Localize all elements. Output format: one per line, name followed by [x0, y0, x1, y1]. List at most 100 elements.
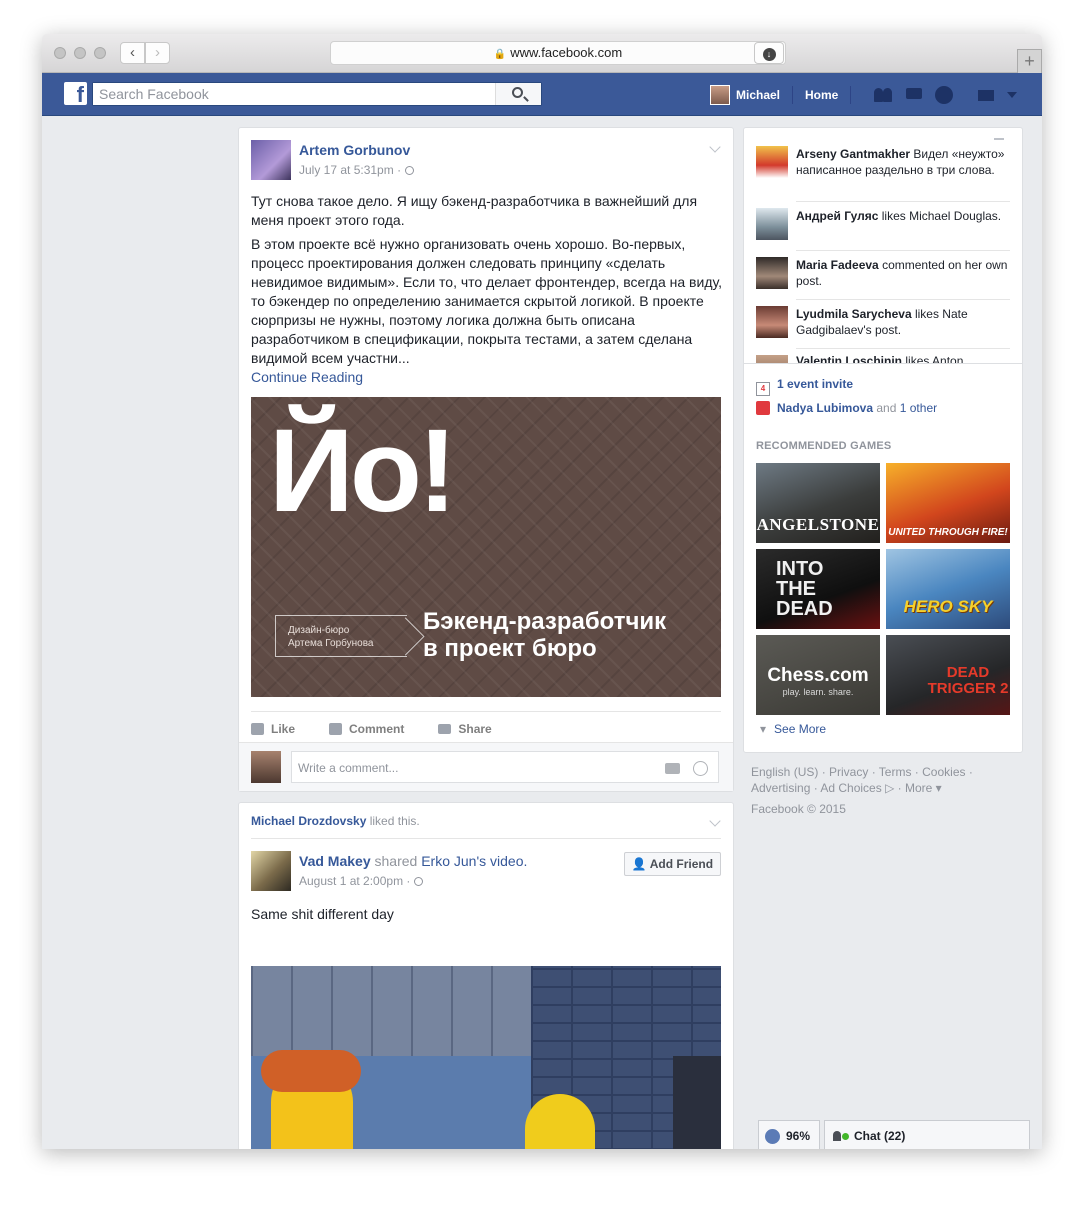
account-menu-caret-icon[interactable]	[1007, 92, 1018, 98]
friend-requests-icon[interactable]	[872, 86, 894, 104]
shared-object-link[interactable]: video.	[490, 853, 527, 869]
birthday-name[interactable]: Nadya Lubimova	[777, 401, 873, 415]
see-more-games-link[interactable]: See More	[760, 722, 826, 736]
person-icon	[833, 1131, 841, 1141]
right-sidebar: Arseny Gantmakher Видел «неужто» написан…	[743, 127, 1023, 753]
nav-divider	[792, 86, 794, 104]
post-timestamp[interactable]: July 17 at 5:31pm	[299, 163, 394, 177]
like-button[interactable]: Like	[251, 722, 295, 736]
footer-links-line[interactable]: Advertising · Ad Choices ▷ · More ▾	[751, 780, 991, 796]
game-tile-chess[interactable]: Chess.com play. learn. share.	[756, 635, 880, 715]
ticker-text: Lyudmila Sarycheva likes Nate Gadgibalae…	[796, 306, 1010, 338]
share-label: Share	[458, 721, 492, 736]
ticker-avatar	[756, 355, 788, 363]
birthday-and: and	[876, 401, 897, 415]
home-link[interactable]: Home	[805, 88, 838, 102]
comment-icon	[329, 722, 343, 735]
facebook-header: f Michael Home	[42, 73, 1042, 116]
post-headline: Vad Makey shared Erko Jun's video.	[299, 853, 527, 869]
emoji-icon[interactable]	[693, 761, 708, 776]
post-timestamp[interactable]: August 1 at 2:00pm	[299, 874, 403, 888]
ticker-avatar	[756, 208, 788, 240]
download-icon: ↓	[762, 48, 776, 61]
video-scene-ceiling	[251, 966, 541, 1056]
game-tile-dead-trigger-2[interactable]: DEAD TRIGGER 2	[886, 635, 1010, 715]
like-label: Like	[271, 721, 296, 736]
divider	[796, 250, 1010, 251]
user-avatar[interactable]	[710, 85, 730, 105]
post-author-name[interactable]: Vad Makey	[299, 853, 371, 869]
share-button[interactable]: Share	[438, 721, 492, 736]
data-saver-indicator[interactable]: 96%	[758, 1120, 820, 1149]
footer-links-line[interactable]: English (US) · Privacy · Terms · Cookies…	[751, 764, 991, 780]
comment-button[interactable]: Comment	[329, 722, 404, 736]
ticker-avatar	[756, 257, 788, 289]
post-author-name[interactable]: Artem Gorbunov	[299, 142, 410, 158]
studio-badge: Дизайн-бюро Артема Горбунова	[275, 615, 407, 657]
back-button[interactable]: ‹	[120, 42, 145, 64]
ticker-name: Андрей Гуляс	[796, 209, 879, 223]
window-minimize-button[interactable]	[74, 47, 86, 59]
event-invite-label: 1 event invite	[777, 377, 854, 391]
game-tile-hero-sky[interactable]: HERO SKY	[886, 549, 1010, 629]
thumbs-up-icon	[251, 722, 264, 735]
author-avatar[interactable]	[251, 851, 291, 891]
game-tile-angelstone[interactable]: ANGELSTONE	[756, 463, 880, 543]
game-title: UNITED THROUGH FIRE!	[888, 527, 1008, 538]
facebook-logo-icon[interactable]: f	[64, 82, 87, 105]
new-tab-button[interactable]: +	[1017, 49, 1042, 74]
continue-reading-link[interactable]: Continue Reading	[251, 368, 723, 387]
banner-caption: Бэкенд-разработчик в проект бюро	[423, 608, 666, 662]
comment-input[interactable]: Write a comment...	[291, 751, 719, 783]
divider	[796, 201, 1010, 202]
post-actions: Like Comment Share	[251, 711, 721, 745]
search-box	[92, 82, 542, 106]
forward-button[interactable]: ›	[145, 42, 170, 64]
game-title: HERO SKY	[903, 597, 993, 616]
feed-post: Michael Drozdovsky liked this. Vad Makey…	[238, 802, 734, 1149]
globe-icon	[765, 1128, 780, 1144]
ticker-name: Maria Fadeeva	[796, 258, 879, 272]
messages-icon[interactable]	[903, 86, 925, 104]
notifications-globe-icon[interactable]	[935, 86, 954, 104]
event-invite-link[interactable]: 4 1 event invite	[756, 377, 853, 396]
post-image[interactable]: Йо! Дизайн-бюро Артема Горбунова Бэкенд-…	[251, 397, 721, 697]
add-friend-button[interactable]: 👤 Add Friend	[624, 852, 721, 876]
pin-ticker-icon[interactable]	[994, 138, 1004, 146]
post-options-chevron-icon[interactable]	[709, 141, 721, 153]
footer-copyright: Facebook © 2015	[751, 802, 846, 816]
shared-word: shared	[374, 853, 418, 869]
video-character	[261, 1050, 361, 1149]
address-bar[interactable]: 🔒www.facebook.com ↻	[330, 41, 786, 65]
ticker-text: Arseny Gantmakher Видел «неужто» написан…	[796, 146, 1010, 178]
window-close-button[interactable]	[54, 47, 66, 59]
liked-story-header: Michael Drozdovsky liked this.	[251, 803, 721, 839]
globe-icon	[414, 877, 424, 886]
chat-tab[interactable]: Chat (22)	[824, 1120, 1030, 1149]
liker-name[interactable]: Michael Drozdovsky	[251, 814, 366, 828]
profile-link[interactable]: Michael	[736, 88, 780, 102]
chat-dock: 96% Chat (22)	[758, 1120, 1030, 1149]
search-button[interactable]	[495, 83, 541, 105]
birthday-reminder[interactable]: Nadya Lubimova and 1 other	[756, 401, 937, 415]
post-video[interactable]	[251, 966, 721, 1149]
comment-label: Comment	[349, 721, 405, 736]
privacy-shortcuts-icon[interactable]	[975, 86, 997, 104]
calendar-icon: 4	[756, 382, 770, 396]
divider	[744, 363, 1022, 364]
add-friend-icon: 👤	[631, 857, 647, 871]
window-zoom-button[interactable]	[94, 47, 106, 59]
author-avatar[interactable]	[251, 140, 291, 180]
downloads-button[interactable]: ↓	[754, 42, 784, 64]
game-tile-into-the-dead[interactable]: INTO THE DEAD	[756, 549, 880, 629]
camera-icon[interactable]	[665, 763, 680, 774]
globe-icon	[405, 166, 415, 175]
game-tile-united-through-fire[interactable]: UNITED THROUGH FIRE!	[886, 463, 1010, 543]
shared-target-link[interactable]: Erko Jun's	[421, 853, 486, 869]
caption-line: Бэкенд-разработчик	[423, 608, 667, 635]
ticker-action: likes Anton	[905, 355, 964, 363]
search-input[interactable]	[93, 83, 493, 105]
birthday-other[interactable]: 1 other	[900, 401, 937, 415]
post-text: Same shit different day	[251, 906, 394, 922]
game-title: DEAD TRIGGER 2	[927, 664, 1009, 697]
